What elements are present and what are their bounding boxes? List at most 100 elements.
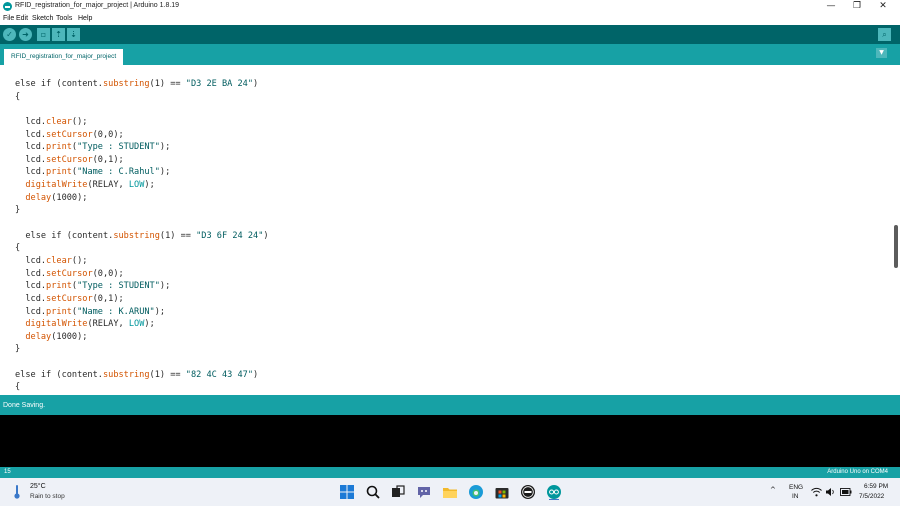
title-bar: RFID_registration_for_major_project | Ar… xyxy=(0,0,900,13)
code-line[interactable]: lcd.setCursor(0,0); xyxy=(15,129,269,142)
language-indicator[interactable]: ENG xyxy=(789,484,803,491)
tab-menu-dropdown-icon[interactable]: ▼ xyxy=(876,48,887,58)
code-line[interactable]: digitalWrite(RELAY, LOW); xyxy=(15,318,269,331)
code-line[interactable]: lcd.setCursor(0,0); xyxy=(15,268,269,281)
code-token: print xyxy=(46,142,72,153)
code-line[interactable]: lcd.setCursor(0,1); xyxy=(15,154,269,167)
clock-date[interactable]: 7/5/2022 xyxy=(859,493,884,500)
code-line[interactable]: lcd.print("Name : C.Rahul"); xyxy=(15,166,269,179)
menu-sketch[interactable]: Sketch xyxy=(32,15,53,22)
console-output[interactable] xyxy=(0,415,900,467)
code-token: LOW xyxy=(128,180,145,191)
code-token: print xyxy=(46,281,72,292)
menu-tools[interactable]: Tools xyxy=(56,15,72,22)
code-token: setCursor xyxy=(46,268,93,279)
serial-monitor-button[interactable]: ⌕ xyxy=(878,28,891,41)
code-line[interactable]: else if (content.substring(1) == "82 4C … xyxy=(15,369,269,382)
dell-icon[interactable] xyxy=(520,484,536,500)
minimize-button[interactable]: — xyxy=(818,0,844,13)
code-line[interactable]: lcd.clear(); xyxy=(15,116,269,129)
code-token: substring xyxy=(113,230,160,241)
code-line[interactable] xyxy=(15,217,269,230)
battery-icon[interactable] xyxy=(840,488,852,496)
code-line[interactable]: lcd.setCursor(0,1); xyxy=(15,293,269,306)
code-line[interactable] xyxy=(15,103,269,116)
menu-edit[interactable]: Edit xyxy=(16,15,28,22)
code-line[interactable]: lcd.clear(); xyxy=(15,255,269,268)
code-token: else if (content. xyxy=(15,79,103,89)
code-line[interactable]: { xyxy=(15,381,269,394)
code-token: lcd. xyxy=(15,116,47,127)
save-sketch-button[interactable]: ⇣ xyxy=(67,28,80,41)
code-line[interactable]: else if (content.substring(1) == "D3 6F … xyxy=(15,230,269,243)
menu-file[interactable]: File xyxy=(3,15,14,22)
code-token: { xyxy=(15,382,21,393)
code-token: substring xyxy=(102,79,150,89)
tray-overflow-chevron-icon[interactable]: ^ xyxy=(770,486,776,494)
code-line[interactable]: else if (content.substring(1) == "D3 2E … xyxy=(15,78,269,91)
code-line[interactable]: delay(1000); xyxy=(15,192,269,205)
verify-button[interactable]: ✓ xyxy=(3,28,16,41)
code-line[interactable]: } xyxy=(15,343,269,356)
open-sketch-button[interactable]: ⇡ xyxy=(52,28,65,41)
code-token: clear xyxy=(46,116,72,127)
weather-rain-icon[interactable] xyxy=(14,485,20,499)
code-token: ) xyxy=(253,79,259,89)
code-token: ); xyxy=(144,319,155,330)
code-token: ); xyxy=(144,180,155,191)
code-line[interactable]: lcd.print("Type : STUDENT"); xyxy=(15,141,269,154)
menu-bar: File Edit Sketch Tools Help xyxy=(0,13,900,25)
code-token: lcd. xyxy=(15,129,47,140)
code-line[interactable]: { xyxy=(15,91,269,104)
file-explorer-icon[interactable] xyxy=(442,484,458,500)
code-line[interactable]: { xyxy=(15,242,269,255)
volume-icon[interactable] xyxy=(825,487,836,497)
weather-temperature[interactable]: 25°C xyxy=(30,483,46,490)
code-token: ); xyxy=(159,167,171,178)
upload-button[interactable]: ➜ xyxy=(19,28,32,41)
code-token: (); xyxy=(71,116,88,127)
menu-help[interactable]: Help xyxy=(78,15,92,22)
code-area[interactable]: else if (content.substring(1) == "D3 2E … xyxy=(15,78,269,394)
code-token: substring xyxy=(102,369,150,380)
code-line[interactable]: lcd.print("Name : K.ARUN"); xyxy=(15,306,269,319)
code-line[interactable]: } xyxy=(15,204,269,217)
code-token: (1) == xyxy=(149,79,186,89)
new-sketch-button[interactable]: ▫ xyxy=(37,28,50,41)
code-token: digitalWrite xyxy=(25,319,88,330)
language-region[interactable]: IN xyxy=(792,493,799,500)
code-token: "Type : STUDENT" xyxy=(77,142,160,153)
windows-start-icon[interactable] xyxy=(339,484,355,500)
task-view-icon[interactable] xyxy=(390,484,406,500)
status-message: Done Saving. xyxy=(3,402,46,409)
code-token: lcd. xyxy=(15,306,47,317)
board-port-label: Arduino Uno on COM4 xyxy=(827,469,888,475)
code-line[interactable]: digitalWrite(RELAY, LOW); xyxy=(15,179,269,192)
scrollbar-thumb[interactable] xyxy=(894,225,898,268)
code-token: setCursor xyxy=(46,154,93,165)
close-button[interactable]: ✕ xyxy=(870,0,896,13)
weather-description[interactable]: Rain to stop xyxy=(30,493,65,500)
code-editor[interactable]: else if (content.substring(1) == "D3 2E … xyxy=(0,65,900,395)
tab-sketch[interactable]: RFID_registration_for_major_project xyxy=(4,49,124,65)
microsoft-store-icon[interactable] xyxy=(494,484,510,500)
code-token: ) xyxy=(263,230,269,241)
wifi-icon[interactable] xyxy=(811,487,822,497)
code-token: lcd. xyxy=(15,167,47,178)
maximize-button[interactable]: ❐ xyxy=(844,0,870,13)
code-line[interactable]: lcd.print("Type : STUDENT"); xyxy=(15,280,269,293)
code-line[interactable]: delay(1000); xyxy=(15,331,269,344)
edge-browser-icon[interactable] xyxy=(468,484,484,500)
clock-time[interactable]: 6:59 PM xyxy=(864,483,888,490)
code-token: (1000); xyxy=(51,331,88,342)
arduino-taskbar-icon[interactable] xyxy=(546,484,562,500)
code-token: lcd. xyxy=(15,281,47,292)
vertical-scrollbar[interactable] xyxy=(891,65,900,395)
teams-chat-icon[interactable] xyxy=(416,484,432,500)
code-token: (0,0); xyxy=(92,268,124,279)
search-icon[interactable] xyxy=(365,484,381,500)
code-line[interactable] xyxy=(15,356,269,369)
code-token: (1000); xyxy=(51,192,88,203)
